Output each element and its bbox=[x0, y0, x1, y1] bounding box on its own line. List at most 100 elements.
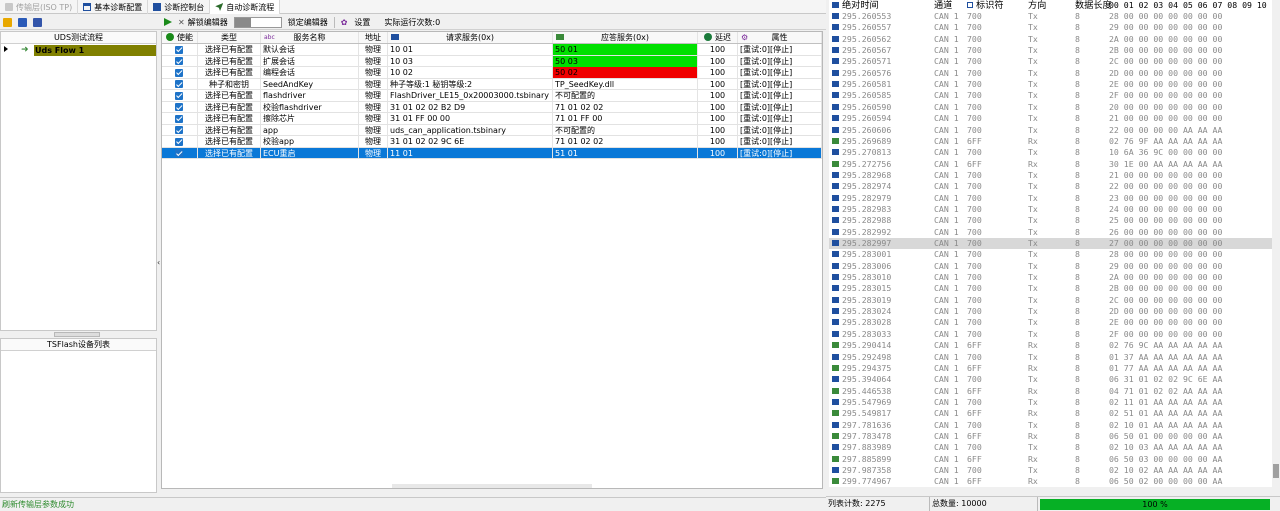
name-cell[interactable]: 校验flashdriver bbox=[261, 101, 359, 113]
name-cell[interactable]: 擦除芯片 bbox=[261, 113, 359, 124]
enable-checkbox[interactable] bbox=[175, 91, 183, 100]
type-cell[interactable]: 种子和密钥 bbox=[198, 78, 261, 90]
enable-checkbox[interactable] bbox=[175, 45, 183, 54]
req-cell[interactable]: 31 01 02 02 9C 6E bbox=[388, 136, 553, 147]
log-row[interactable]: 295.282968 CAN 1 700 Tx 8 21 00 00 00 00 00 0… bbox=[829, 170, 1272, 181]
type-cell[interactable]: 选择已有配置 bbox=[198, 55, 261, 67]
log-row[interactable]: 297.783478 CAN 1 6FF Rx 8 06 50 01 00 00 00 0… bbox=[829, 431, 1272, 442]
resp-cell[interactable]: 不可配置的 bbox=[553, 124, 698, 136]
table-row[interactable]: 选择已有配置 擦除芯片 物理 31 01 FF 00 00 71 01 FF 00 100… bbox=[162, 113, 822, 125]
name-cell[interactable]: SeedAndKey bbox=[261, 78, 359, 90]
column-header-dlc[interactable]: 数据长度 bbox=[1075, 0, 1112, 11]
type-cell[interactable]: 选择已有配置 bbox=[198, 124, 261, 136]
log-row[interactable]: 295.260594 CAN 1 700 Tx 8 21 00 00 00 00 00 0… bbox=[829, 113, 1272, 124]
name-cell[interactable]: app bbox=[261, 124, 359, 136]
name-cell[interactable]: 校验app bbox=[261, 136, 359, 147]
log-row[interactable]: 295.260562 CAN 1 700 Tx 8 2A 00 00 00 00 00 0… bbox=[829, 34, 1272, 45]
table-row[interactable]: 选择已有配置 ECU重启 物理 11 01 51 01 100 [重试:0][停止] bbox=[162, 147, 822, 159]
resp-cell[interactable]: 51 01 bbox=[553, 147, 698, 159]
enable-checkbox[interactable] bbox=[175, 149, 183, 157]
type-cell[interactable]: 选择已有配置 bbox=[198, 90, 261, 101]
attr-cell[interactable]: [重试:0][停止] bbox=[738, 78, 822, 90]
column-header-channel[interactable]: 通道 bbox=[934, 0, 952, 11]
enable-checkbox[interactable] bbox=[175, 68, 183, 77]
enable-checkbox[interactable] bbox=[175, 114, 183, 123]
column-header-response[interactable]: 应答服务(0x) bbox=[553, 32, 698, 43]
type-cell[interactable]: 选择已有配置 bbox=[198, 44, 261, 55]
req-cell[interactable]: 10 01 bbox=[388, 44, 553, 55]
addr-cell[interactable]: 物理 bbox=[359, 124, 388, 136]
delay-cell[interactable]: 100 bbox=[698, 55, 738, 67]
name-cell[interactable]: 扩展会话 bbox=[261, 55, 359, 67]
log-row[interactable]: 295.282992 CAN 1 700 Tx 8 26 00 00 00 00 00 0… bbox=[829, 227, 1272, 238]
name-cell[interactable]: ECU重启 bbox=[261, 147, 359, 159]
log-row[interactable]: 295.269689 CAN 1 6FF Rx 8 02 76 9F AA AA AA A… bbox=[829, 136, 1272, 147]
unlock-editor-button[interactable]: ✕ 解锁编辑器 bbox=[175, 16, 231, 29]
addr-cell[interactable]: 物理 bbox=[359, 147, 388, 159]
addr-cell[interactable]: 物理 bbox=[359, 78, 388, 90]
log-row[interactable]: 295.282988 CAN 1 700 Tx 8 25 00 00 00 00 00 0… bbox=[829, 215, 1272, 226]
delay-cell[interactable]: 100 bbox=[698, 101, 738, 113]
enable-checkbox[interactable] bbox=[175, 126, 183, 134]
log-row[interactable]: 297.781636 CAN 1 700 Tx 8 02 10 01 AA AA AA A… bbox=[829, 420, 1272, 431]
delay-cell[interactable]: 100 bbox=[698, 78, 738, 90]
log-row[interactable]: 295.547969 CAN 1 700 Tx 8 02 11 01 AA AA AA A… bbox=[829, 397, 1272, 408]
flow-item-uds-flow-1[interactable]: ➜ Uds Flow 1 bbox=[15, 45, 156, 56]
log-row[interactable]: 295.282997 CAN 1 700 Tx 8 27 00 00 00 00 00 0… bbox=[829, 238, 1272, 250]
req-cell[interactable]: 31 01 FF 00 00 bbox=[388, 113, 553, 124]
type-cell[interactable]: 选择已有配置 bbox=[198, 113, 261, 124]
log-row[interactable]: 295.283028 CAN 1 700 Tx 8 2E 00 00 00 00 00 0… bbox=[829, 317, 1272, 328]
attr-cell[interactable]: [重试:0][停止] bbox=[738, 67, 822, 78]
attr-cell[interactable]: [重试:0][停止] bbox=[738, 113, 822, 124]
log-row[interactable]: 295.260585 CAN 1 700 Tx 8 2F 00 00 00 00 00 0… bbox=[829, 90, 1272, 101]
resp-cell[interactable]: 71 01 02 02 bbox=[553, 101, 698, 113]
log-row[interactable]: 295.260553 CAN 1 700 Tx 8 28 00 00 00 00 00 0… bbox=[829, 11, 1272, 22]
log-row[interactable]: 295.294375 CAN 1 6FF Rx 8 01 77 AA AA AA AA A… bbox=[829, 363, 1272, 374]
log-row[interactable]: 295.394064 CAN 1 700 Tx 8 06 31 01 02 02 9C 6… bbox=[829, 374, 1272, 385]
run-button[interactable] bbox=[161, 16, 175, 29]
addr-cell[interactable]: 物理 bbox=[359, 136, 388, 147]
addr-cell[interactable]: 物理 bbox=[359, 113, 388, 124]
log-row[interactable]: 295.260581 CAN 1 700 Tx 8 2E 00 00 00 00 00 0… bbox=[829, 79, 1272, 90]
column-header-request[interactable]: 请求服务(0x) bbox=[388, 32, 553, 43]
attr-cell[interactable]: [重试:0][停止] bbox=[738, 124, 822, 136]
attr-cell[interactable]: [重试:0][停止] bbox=[738, 44, 822, 55]
addr-cell[interactable]: 物理 bbox=[359, 67, 388, 78]
column-header-enable[interactable]: 使能 bbox=[162, 32, 198, 43]
tab-console[interactable]: 诊断控制台 bbox=[148, 0, 211, 14]
delay-cell[interactable]: 100 bbox=[698, 136, 738, 147]
tab-iso-tp[interactable]: 传输层(ISO TP) bbox=[0, 0, 79, 14]
log-row[interactable]: 295.272756 CAN 1 6FF Rx 8 30 1E 00 AA AA AA A… bbox=[829, 159, 1272, 170]
log-vertical-scrollbar[interactable] bbox=[1272, 0, 1280, 487]
attr-cell[interactable]: [重试:0][停止] bbox=[738, 90, 822, 101]
enable-checkbox[interactable] bbox=[175, 57, 183, 65]
tab-basic-config[interactable]: 基本诊断配置 bbox=[78, 0, 149, 14]
addr-cell[interactable]: 物理 bbox=[359, 90, 388, 101]
log-row[interactable]: 295.283006 CAN 1 700 Tx 8 29 00 00 00 00 00 0… bbox=[829, 261, 1272, 272]
delay-cell[interactable]: 100 bbox=[698, 67, 738, 78]
name-cell[interactable]: flashdriver bbox=[261, 90, 359, 101]
column-header-type[interactable]: 类型 bbox=[198, 32, 261, 43]
log-row[interactable]: 295.270813 CAN 1 700 Tx 8 10 6A 36 9C 00 00 0… bbox=[829, 147, 1272, 158]
column-header-id[interactable]: 标识符 bbox=[967, 0, 1004, 11]
log-row[interactable]: 295.282983 CAN 1 700 Tx 8 24 00 00 00 00 00 0… bbox=[829, 204, 1272, 215]
req-cell[interactable]: 11 01 bbox=[388, 147, 553, 159]
log-row[interactable]: 295.282974 CAN 1 700 Tx 8 22 00 00 00 00 00 0… bbox=[829, 181, 1272, 192]
log-row[interactable]: 295.446538 CAN 1 6FF Rx 8 04 71 01 02 02 AA A… bbox=[829, 386, 1272, 397]
log-row[interactable]: 295.260590 CAN 1 700 Tx 8 20 00 00 00 00 00 0… bbox=[829, 102, 1272, 113]
grid-horizontal-scrollbar[interactable] bbox=[392, 484, 592, 488]
column-header-service-name[interactable]: abc 服务名称 bbox=[261, 32, 359, 43]
enable-checkbox[interactable] bbox=[175, 80, 183, 88]
type-cell[interactable]: 选择已有配置 bbox=[198, 136, 261, 147]
resp-cell[interactable]: 50 01 bbox=[553, 44, 698, 55]
scrollbar-thumb[interactable] bbox=[1273, 464, 1279, 478]
lock-editor-button[interactable]: 锁定编辑器 bbox=[285, 16, 331, 29]
req-cell[interactable]: FlashDriver_LE15_0x20003000.tsbinary bbox=[388, 90, 553, 101]
export-button[interactable] bbox=[15, 16, 30, 29]
log-row[interactable]: 297.883989 CAN 1 700 Tx 8 02 10 03 AA AA AA A… bbox=[829, 442, 1272, 453]
log-row[interactable]: 299.774967 CAN 1 6FF Rx 8 06 50 02 00 00 00 0… bbox=[829, 476, 1272, 487]
type-cell[interactable]: 选择已有配置 bbox=[198, 67, 261, 78]
delay-cell[interactable]: 100 bbox=[698, 113, 738, 124]
log-row[interactable]: 295.283010 CAN 1 700 Tx 8 2A 00 00 00 00 00 0… bbox=[829, 272, 1272, 283]
panel-splitter-handle[interactable] bbox=[54, 332, 100, 337]
